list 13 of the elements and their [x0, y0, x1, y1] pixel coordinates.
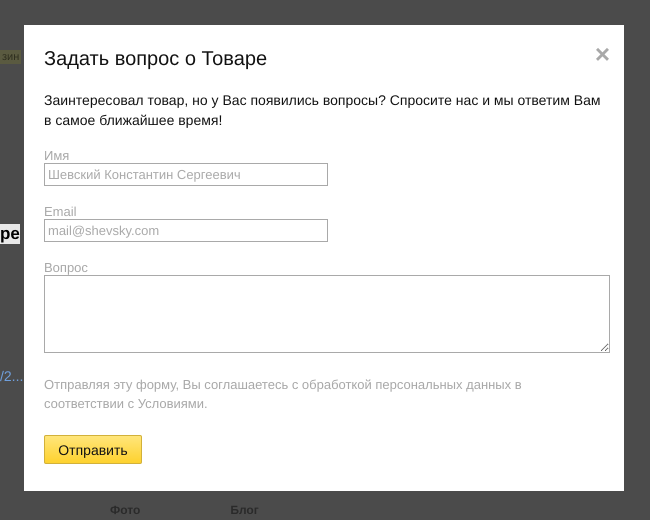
submit-button[interactable]: Отправить — [44, 435, 142, 464]
close-button[interactable]: × — [594, 45, 610, 63]
text-input[interactable]: Шевский Константин Сергеевич — [44, 163, 328, 186]
intro-text: Заинтересовал товар, но у Вас появились вопросы? Спросите нас и мы ответим Вам в самое ближайшее время! — [44, 91, 602, 130]
consent-text: Отправляя эту форму, Вы соглашаетесь с обработкой персональных данных в соответствии с Условиями. — [44, 376, 523, 413]
question-textarea[interactable] — [44, 275, 610, 353]
field-label: Email — [44, 204, 77, 219]
text-input[interactable]: mail@shevsky.com — [44, 219, 328, 242]
page-link[interactable]: /2... — [0, 368, 24, 384]
field-label: Имя — [44, 148, 70, 163]
dialog-title: Задать вопрос о Товаре — [44, 48, 268, 71]
page-heading: ре — [0, 224, 20, 244]
field-label: Вопрос — [44, 260, 88, 275]
